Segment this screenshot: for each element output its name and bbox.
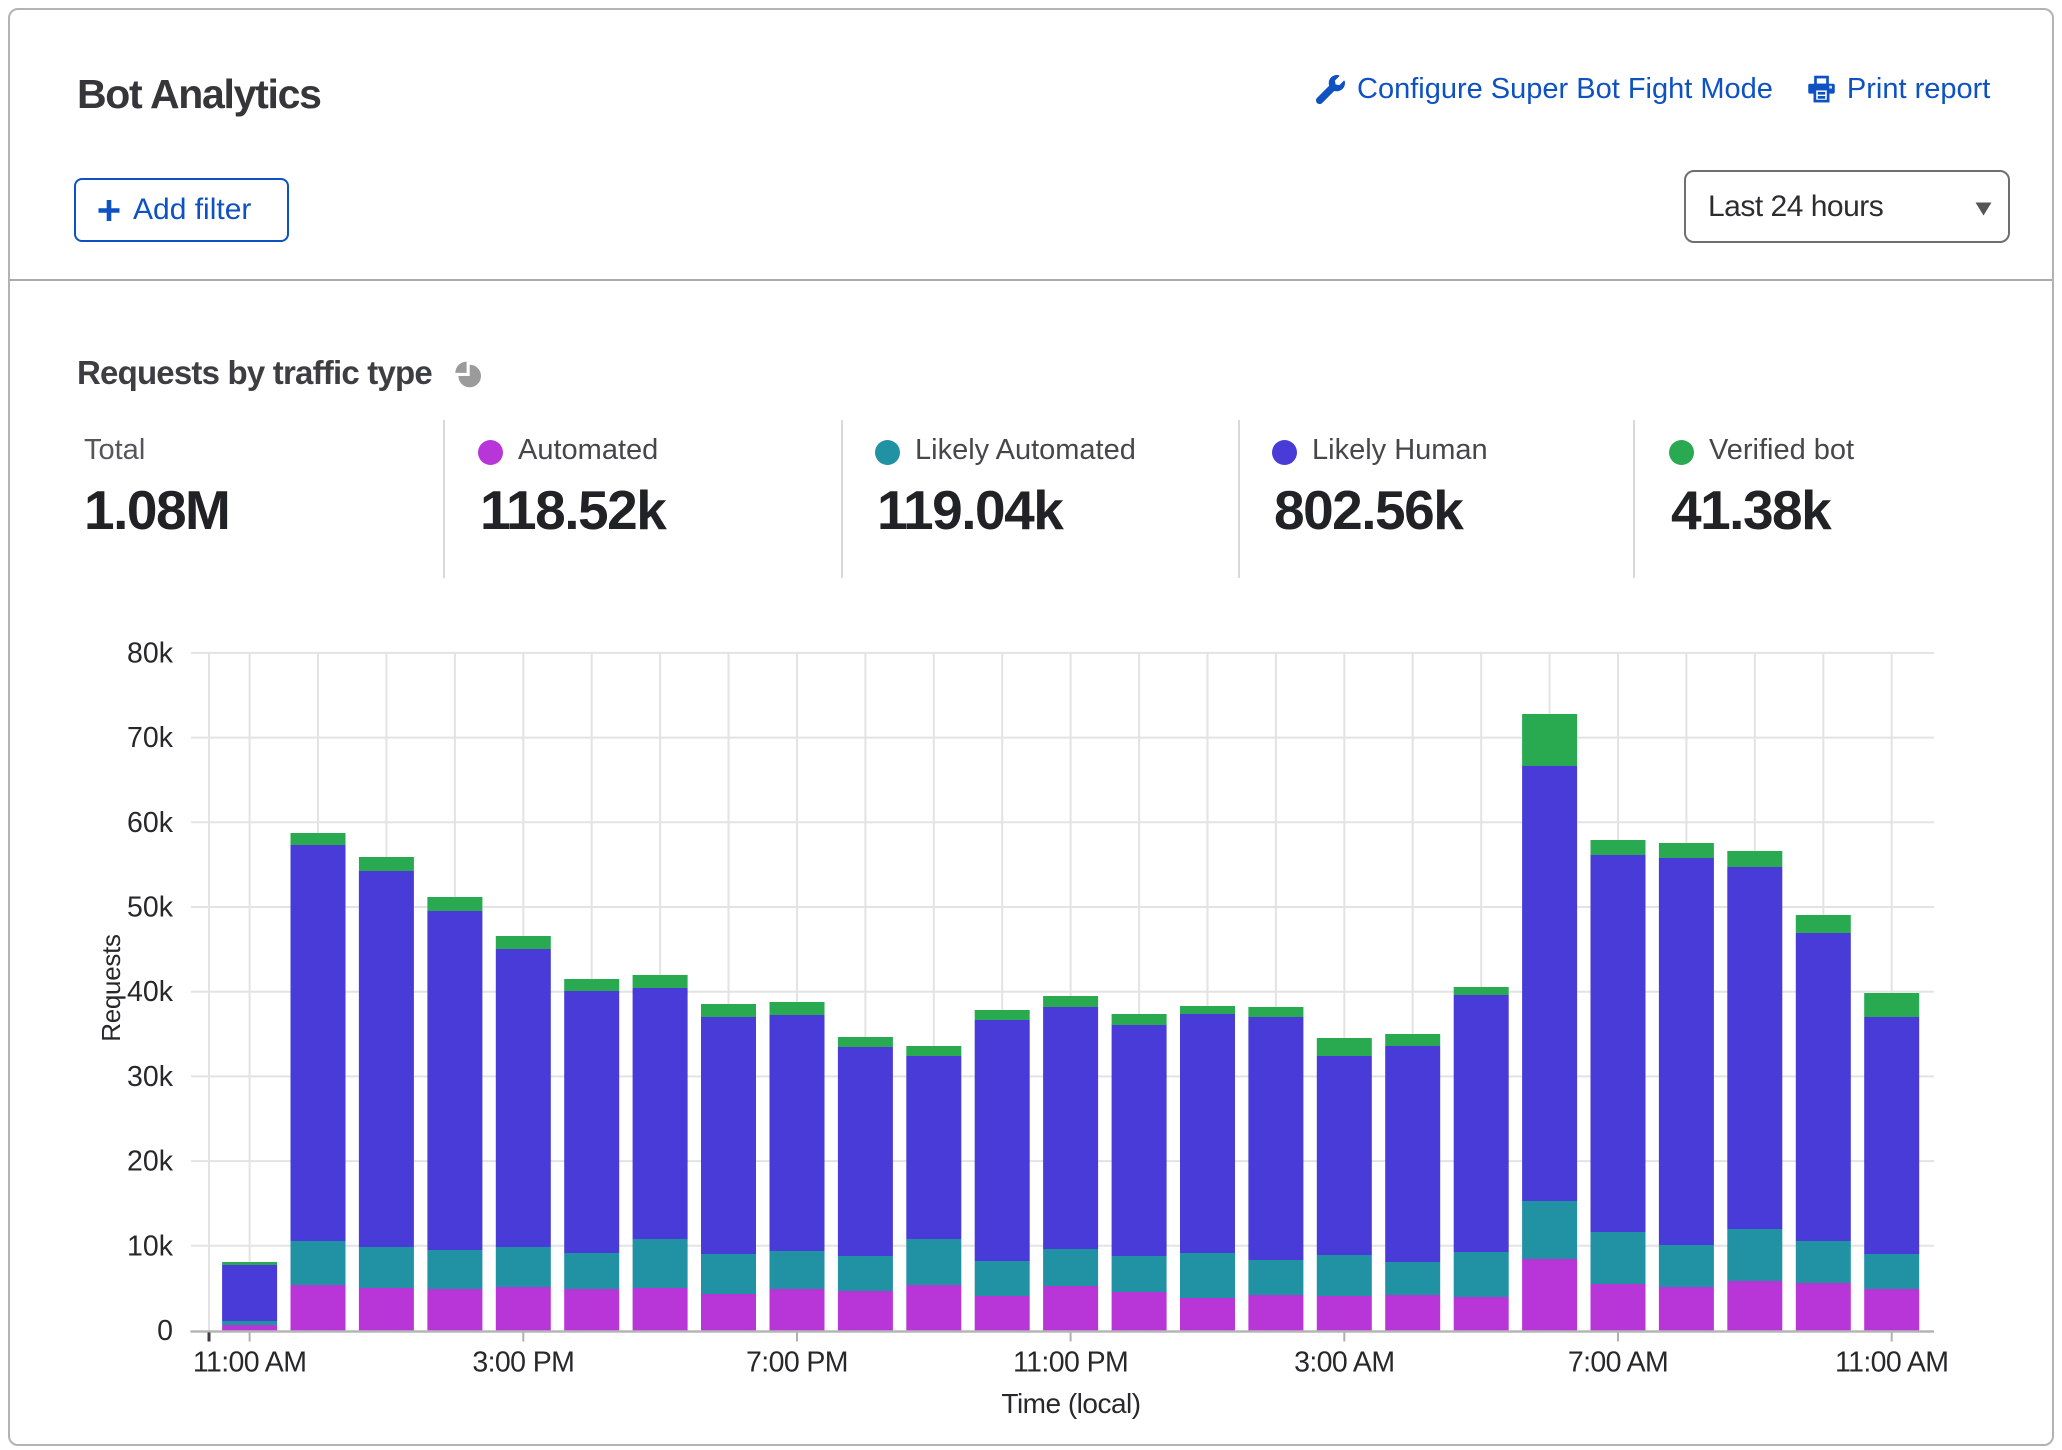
svg-text:50k: 50k (127, 892, 174, 924)
svg-text:Time (local): Time (local) (1001, 1388, 1140, 1419)
svg-text:Requests: Requests (96, 934, 126, 1042)
svg-text:70k: 70k (127, 722, 174, 754)
svg-text:0: 0 (157, 1315, 173, 1347)
svg-text:80k: 80k (127, 637, 174, 669)
svg-text:11:00 AM: 11:00 AM (1835, 1347, 1949, 1379)
svg-text:10k: 10k (127, 1230, 174, 1262)
svg-text:60k: 60k (127, 807, 174, 839)
svg-text:3:00 AM: 3:00 AM (1294, 1347, 1394, 1379)
svg-text:30k: 30k (127, 1061, 174, 1093)
svg-text:11:00 PM: 11:00 PM (1013, 1347, 1128, 1379)
svg-text:7:00 PM: 7:00 PM (746, 1347, 848, 1379)
svg-text:20k: 20k (127, 1146, 174, 1178)
svg-text:7:00 AM: 7:00 AM (1568, 1347, 1668, 1379)
svg-text:3:00 PM: 3:00 PM (472, 1347, 574, 1379)
svg-text:40k: 40k (127, 976, 174, 1008)
svg-text:11:00 AM: 11:00 AM (193, 1347, 307, 1379)
